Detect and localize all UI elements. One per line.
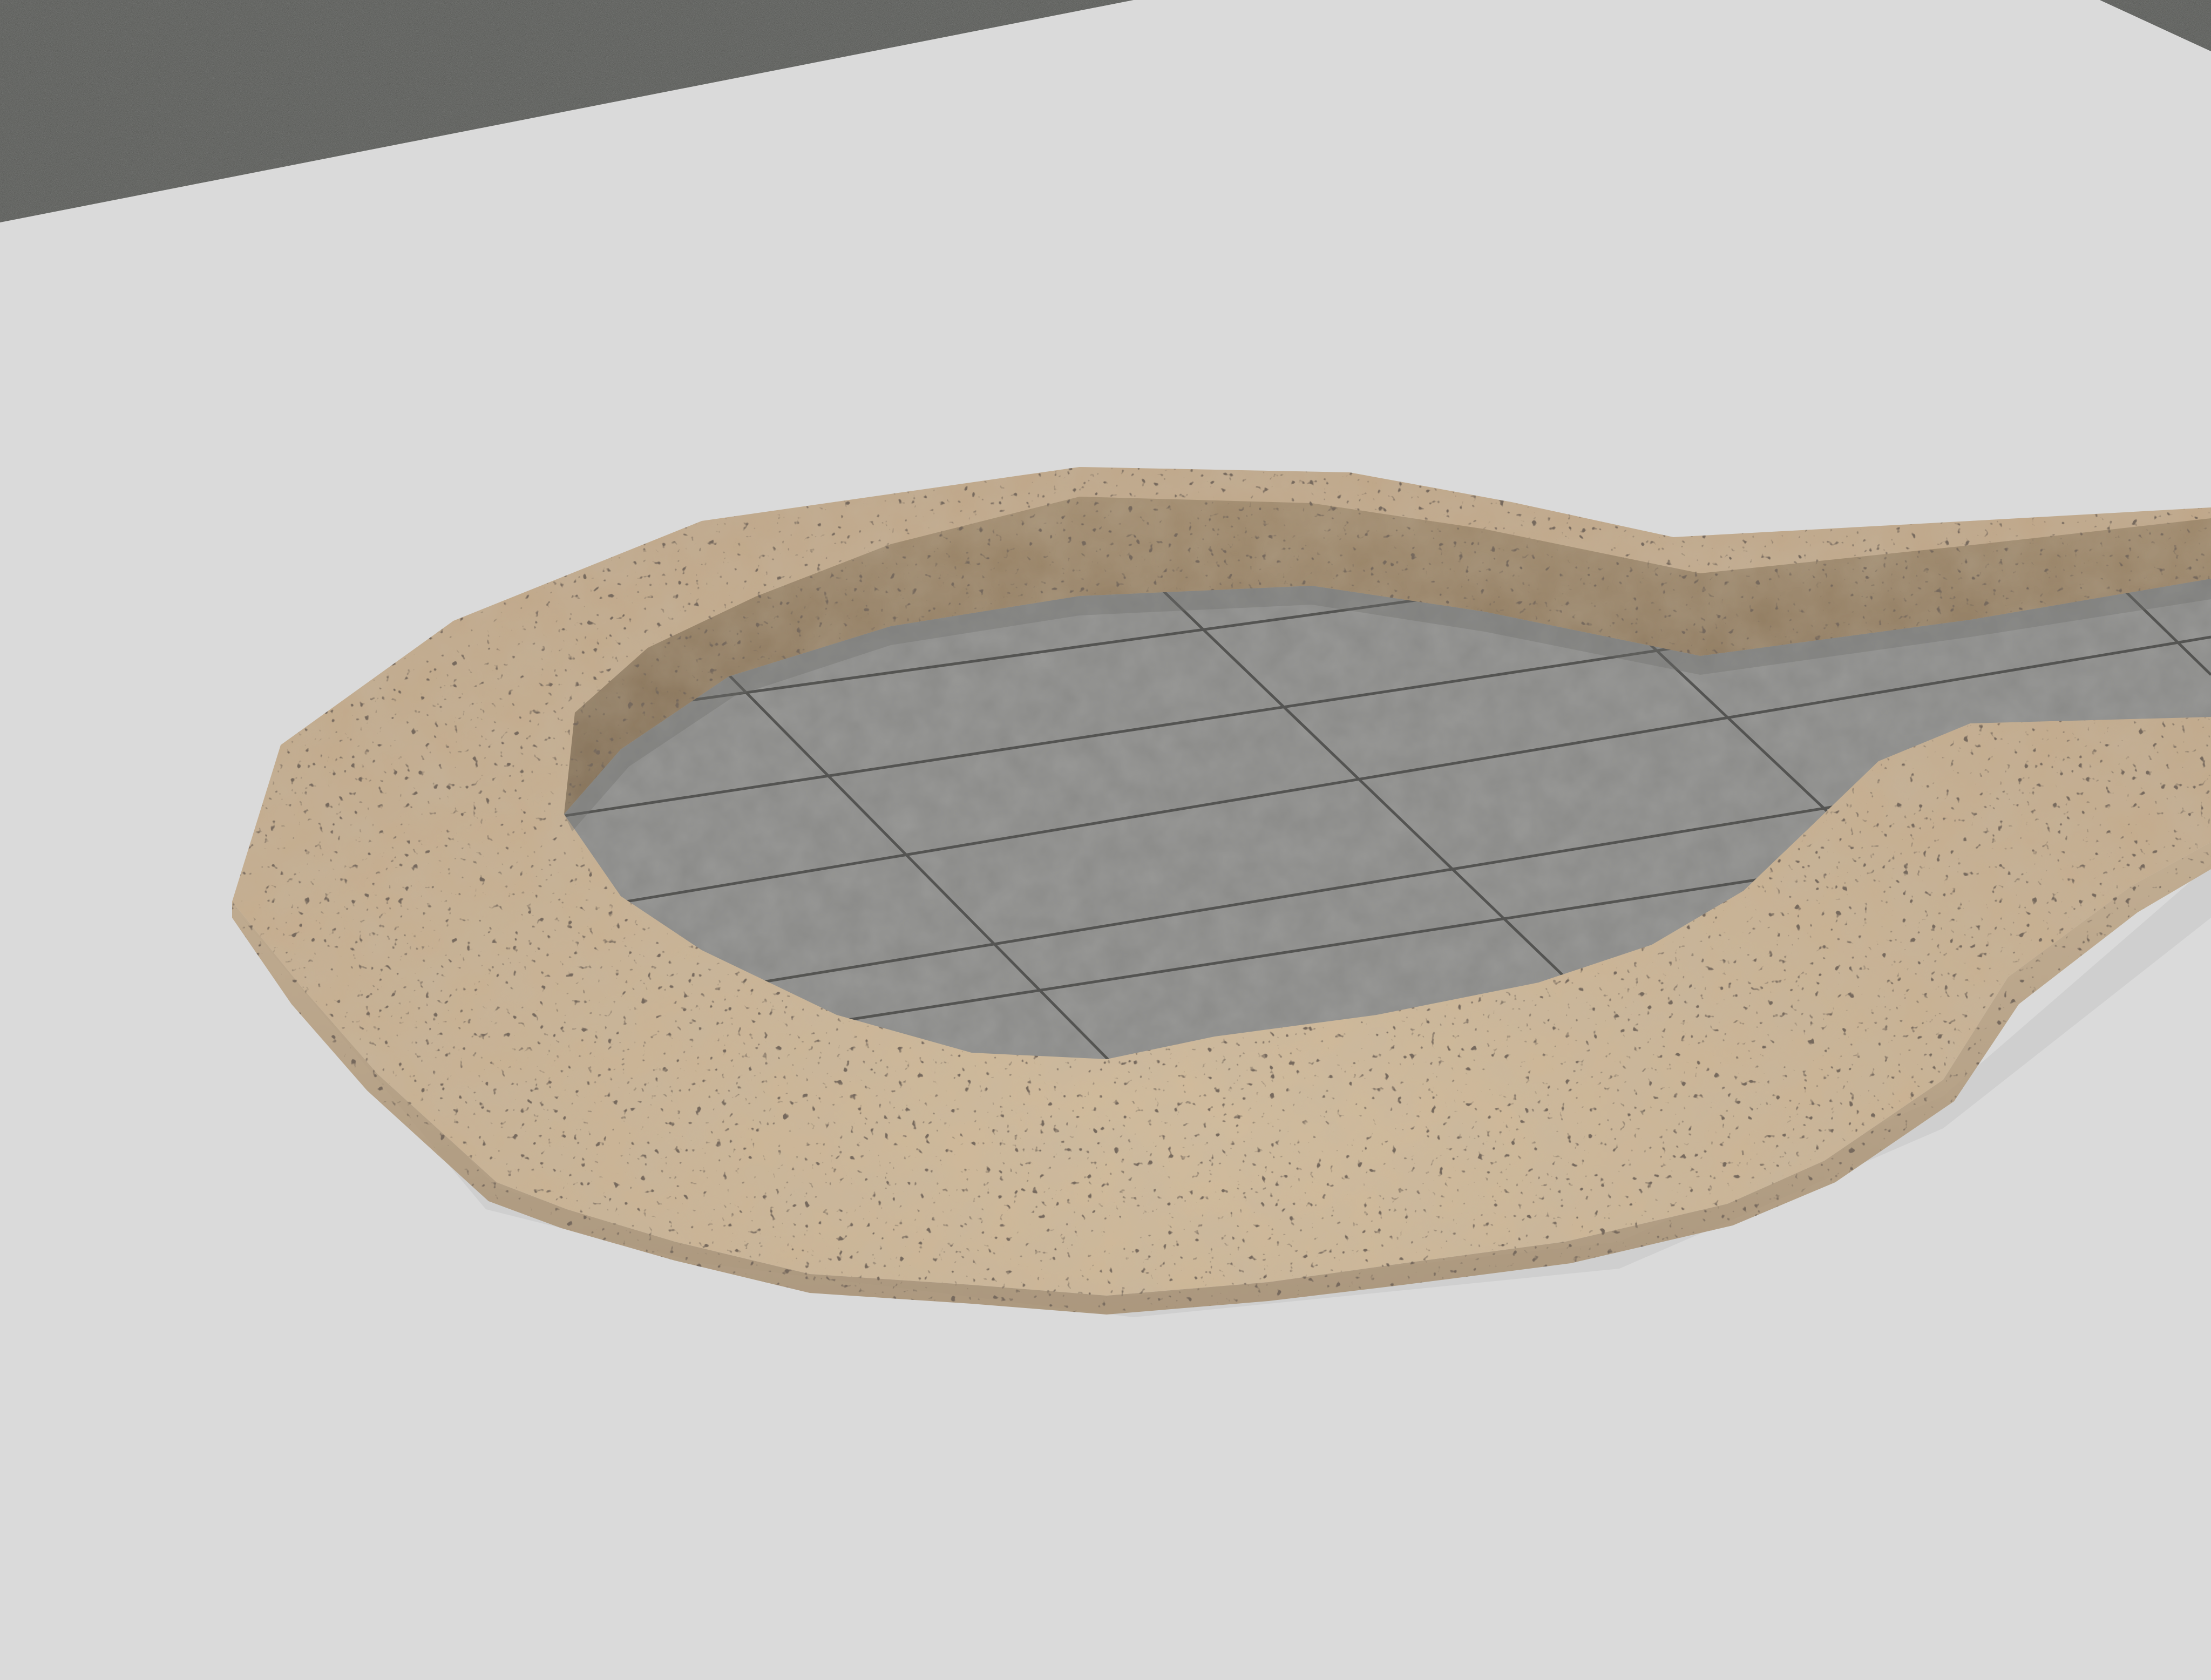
3d-viewport[interactable]	[0, 0, 2211, 1680]
scene-render	[0, 0, 2211, 1680]
